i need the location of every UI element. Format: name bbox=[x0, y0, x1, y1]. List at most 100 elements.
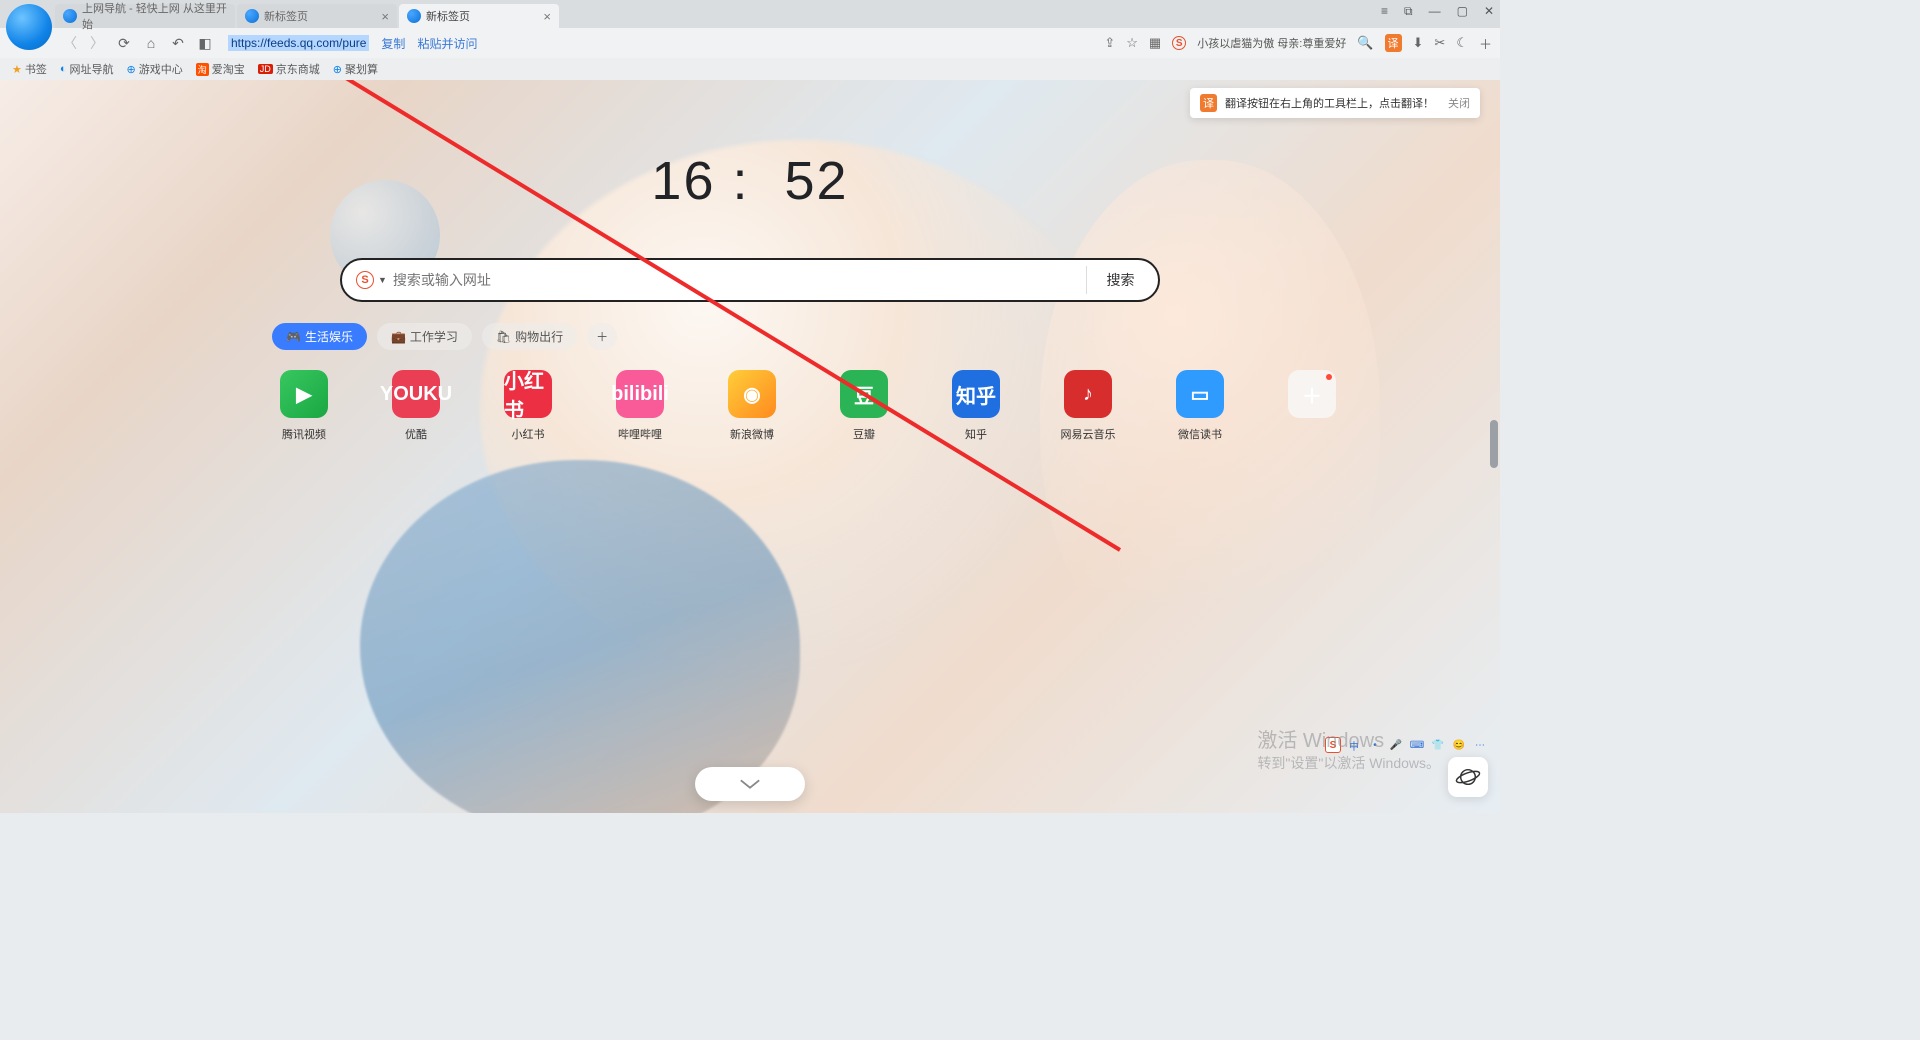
cat-add[interactable]: ＋ bbox=[587, 323, 617, 350]
tile-知乎[interactable]: 知乎 知乎 bbox=[944, 370, 1008, 442]
sogou-icon[interactable]: S bbox=[1172, 36, 1186, 50]
tile-新浪微博[interactable]: ◉ 新浪微博 bbox=[720, 370, 784, 442]
tile-label: 哔哩哔哩 bbox=[618, 426, 662, 442]
tile-豆瓣[interactable]: 豆 豆瓣 bbox=[832, 370, 896, 442]
plus-icon: ＋ bbox=[1288, 370, 1336, 418]
menu-icon[interactable]: ≡ bbox=[1381, 4, 1388, 19]
scrollbar-thumb[interactable] bbox=[1490, 420, 1498, 468]
translate-tip: 译 翻译按钮在右上角的工具栏上，点击翻译！ 关闭 bbox=[1190, 88, 1480, 118]
clock: 16 : 52 bbox=[651, 150, 848, 212]
tile-icon: ▶ bbox=[280, 370, 328, 418]
reload-icon[interactable]: ⟳ bbox=[116, 35, 132, 52]
translate-tip-badge-icon: 译 bbox=[1200, 94, 1217, 112]
tile-label: 网易云音乐 bbox=[1061, 426, 1116, 442]
grid-icon[interactable]: ▦ bbox=[1149, 35, 1161, 51]
search-input[interactable] bbox=[393, 272, 1086, 288]
sidebar-icon[interactable]: ◧ bbox=[197, 35, 213, 52]
tile-小红书[interactable]: 小红书 小红书 bbox=[496, 370, 560, 442]
url-selected-text[interactable]: https://feeds.qq.com/pure bbox=[228, 35, 369, 51]
close-window-icon[interactable]: ✕ bbox=[1484, 4, 1494, 19]
tab-close-icon[interactable]: × bbox=[543, 9, 551, 24]
bookmark-item[interactable]: JD京东商城 bbox=[258, 61, 320, 77]
star-icon[interactable]: ☆ bbox=[1126, 35, 1138, 51]
tile-哔哩哔哩[interactable]: bilibili 哔哩哔哩 bbox=[608, 370, 672, 442]
bookmarks-root[interactable]: ★书签 bbox=[12, 61, 47, 77]
tab-0[interactable]: 上网导航 - 轻快上网 从这里开始 bbox=[55, 4, 235, 28]
undo-icon[interactable]: ↶ bbox=[170, 35, 186, 52]
hot-word[interactable]: 小孩以虐猫为傲 母亲:尊重爱好 bbox=[1197, 35, 1346, 51]
planet-button[interactable] bbox=[1448, 757, 1488, 797]
home-icon[interactable]: ⌂ bbox=[143, 35, 159, 51]
tile-icon: 知乎 bbox=[952, 370, 1000, 418]
browser-app-icon[interactable] bbox=[6, 4, 52, 50]
translate-badge-icon[interactable]: 译 bbox=[1385, 34, 1402, 52]
cat-work[interactable]: 💼工作学习 bbox=[377, 323, 472, 350]
favicon-icon bbox=[407, 9, 421, 23]
briefcase-icon: 💼 bbox=[391, 330, 406, 344]
tile-微信读书[interactable]: ▭ 微信读书 bbox=[1168, 370, 1232, 442]
bookmark-item[interactable]: ⊕游戏中心 bbox=[127, 61, 183, 77]
favicon-icon bbox=[245, 9, 259, 23]
tab-title: 上网导航 - 轻快上网 从这里开始 bbox=[82, 0, 227, 32]
tile-label: 新浪微博 bbox=[730, 426, 774, 442]
bookmark-item[interactable]: 淘爱淘宝 bbox=[196, 61, 245, 77]
tile-add[interactable]: ＋ bbox=[1280, 370, 1344, 442]
moon-icon[interactable]: ☾ bbox=[1456, 35, 1468, 51]
add-icon[interactable]: ＋ bbox=[1479, 34, 1492, 53]
gamepad-icon: 🎮 bbox=[286, 330, 301, 344]
tab-strip: 上网导航 - 轻快上网 从这里开始 新标签页 × 新标签页 × ≡ ⧉ — ▢ … bbox=[0, 0, 1500, 28]
bookmark-item[interactable]: ⊕聚划算 bbox=[333, 61, 378, 77]
bookmark-item[interactable]: ◐网址导航 bbox=[60, 61, 114, 77]
globe-icon: ⊕ bbox=[333, 63, 342, 76]
copy-url-action[interactable]: 复制 bbox=[381, 35, 405, 52]
tile-label: 优酷 bbox=[405, 426, 427, 442]
clock-minute: 52 bbox=[785, 151, 849, 211]
cat-shopping[interactable]: 🛍购物出行 bbox=[482, 323, 577, 350]
cat-life[interactable]: 🎮生活娱乐 bbox=[272, 323, 367, 350]
search-box[interactable]: S ▼ 搜索 bbox=[340, 258, 1160, 302]
favicon-icon bbox=[63, 9, 77, 23]
translate-tip-text: 翻译按钮在右上角的工具栏上，点击翻译！ bbox=[1225, 95, 1434, 111]
ime-emoji-icon[interactable]: 😊 bbox=[1451, 737, 1467, 753]
tile-label: 知乎 bbox=[965, 426, 987, 442]
expand-chevron-button[interactable] bbox=[695, 767, 805, 801]
ime-more-icon[interactable]: ⋯ bbox=[1472, 737, 1488, 753]
maximize-icon[interactable]: ▢ bbox=[1457, 4, 1468, 19]
search-engine-icon[interactable]: S bbox=[356, 271, 374, 289]
taobao-icon: 淘 bbox=[196, 63, 209, 76]
globe-icon: ◐ bbox=[60, 63, 67, 75]
tile-网易云音乐[interactable]: ♪ 网易云音乐 bbox=[1056, 370, 1120, 442]
pip-icon[interactable]: ⧉ bbox=[1404, 4, 1413, 19]
tile-优酷[interactable]: YOUKU 优酷 bbox=[384, 370, 448, 442]
windows-watermark: 激活 Windows 转到"设置"以激活 Windows。 bbox=[1257, 724, 1440, 773]
share-icon[interactable]: ⇪ bbox=[1104, 35, 1115, 51]
tile-icon: YOUKU bbox=[392, 370, 440, 418]
engine-caret-icon[interactable]: ▼ bbox=[378, 275, 387, 285]
download-icon[interactable]: ⬇ bbox=[1413, 35, 1424, 51]
forward-icon[interactable]: 〉 bbox=[89, 33, 105, 53]
chevron-down-icon bbox=[739, 778, 761, 790]
tab-1[interactable]: 新标签页 × bbox=[237, 4, 397, 28]
tile-icon: 小红书 bbox=[504, 370, 552, 418]
tile-icon: bilibili bbox=[616, 370, 664, 418]
url-box[interactable]: https://feeds.qq.com/pure 复制 粘贴并访问 bbox=[228, 35, 477, 52]
tab-2-active[interactable]: 新标签页 × bbox=[399, 4, 559, 28]
tab-title: 新标签页 bbox=[264, 8, 308, 24]
bookmarks-bar: ★书签 ◐网址导航 ⊕游戏中心 淘爱淘宝 JD京东商城 ⊕聚划算 bbox=[0, 58, 1500, 80]
back-icon[interactable]: 〈 bbox=[62, 33, 78, 53]
tile-icon: ♪ bbox=[1064, 370, 1112, 418]
tile-label: 豆瓣 bbox=[853, 426, 875, 442]
search-button[interactable]: 搜索 bbox=[1086, 266, 1154, 294]
shopping-icon: 🛍 bbox=[496, 330, 511, 344]
minimize-icon[interactable]: — bbox=[1429, 4, 1441, 19]
tile-icon: 豆 bbox=[840, 370, 888, 418]
paste-go-action[interactable]: 粘贴并访问 bbox=[417, 35, 477, 52]
tile-label: 腾讯视频 bbox=[282, 426, 326, 442]
translate-tip-close[interactable]: 关闭 bbox=[1448, 95, 1470, 111]
tile-icon: ◉ bbox=[728, 370, 776, 418]
tab-close-icon[interactable]: × bbox=[381, 9, 389, 24]
tile-腾讯视频[interactable]: ▶ 腾讯视频 bbox=[272, 370, 336, 442]
watermark-line1: 激活 Windows bbox=[1257, 724, 1440, 753]
search-icon[interactable]: 🔍 bbox=[1357, 35, 1373, 51]
scissors-icon[interactable]: ✂ bbox=[1434, 35, 1445, 51]
